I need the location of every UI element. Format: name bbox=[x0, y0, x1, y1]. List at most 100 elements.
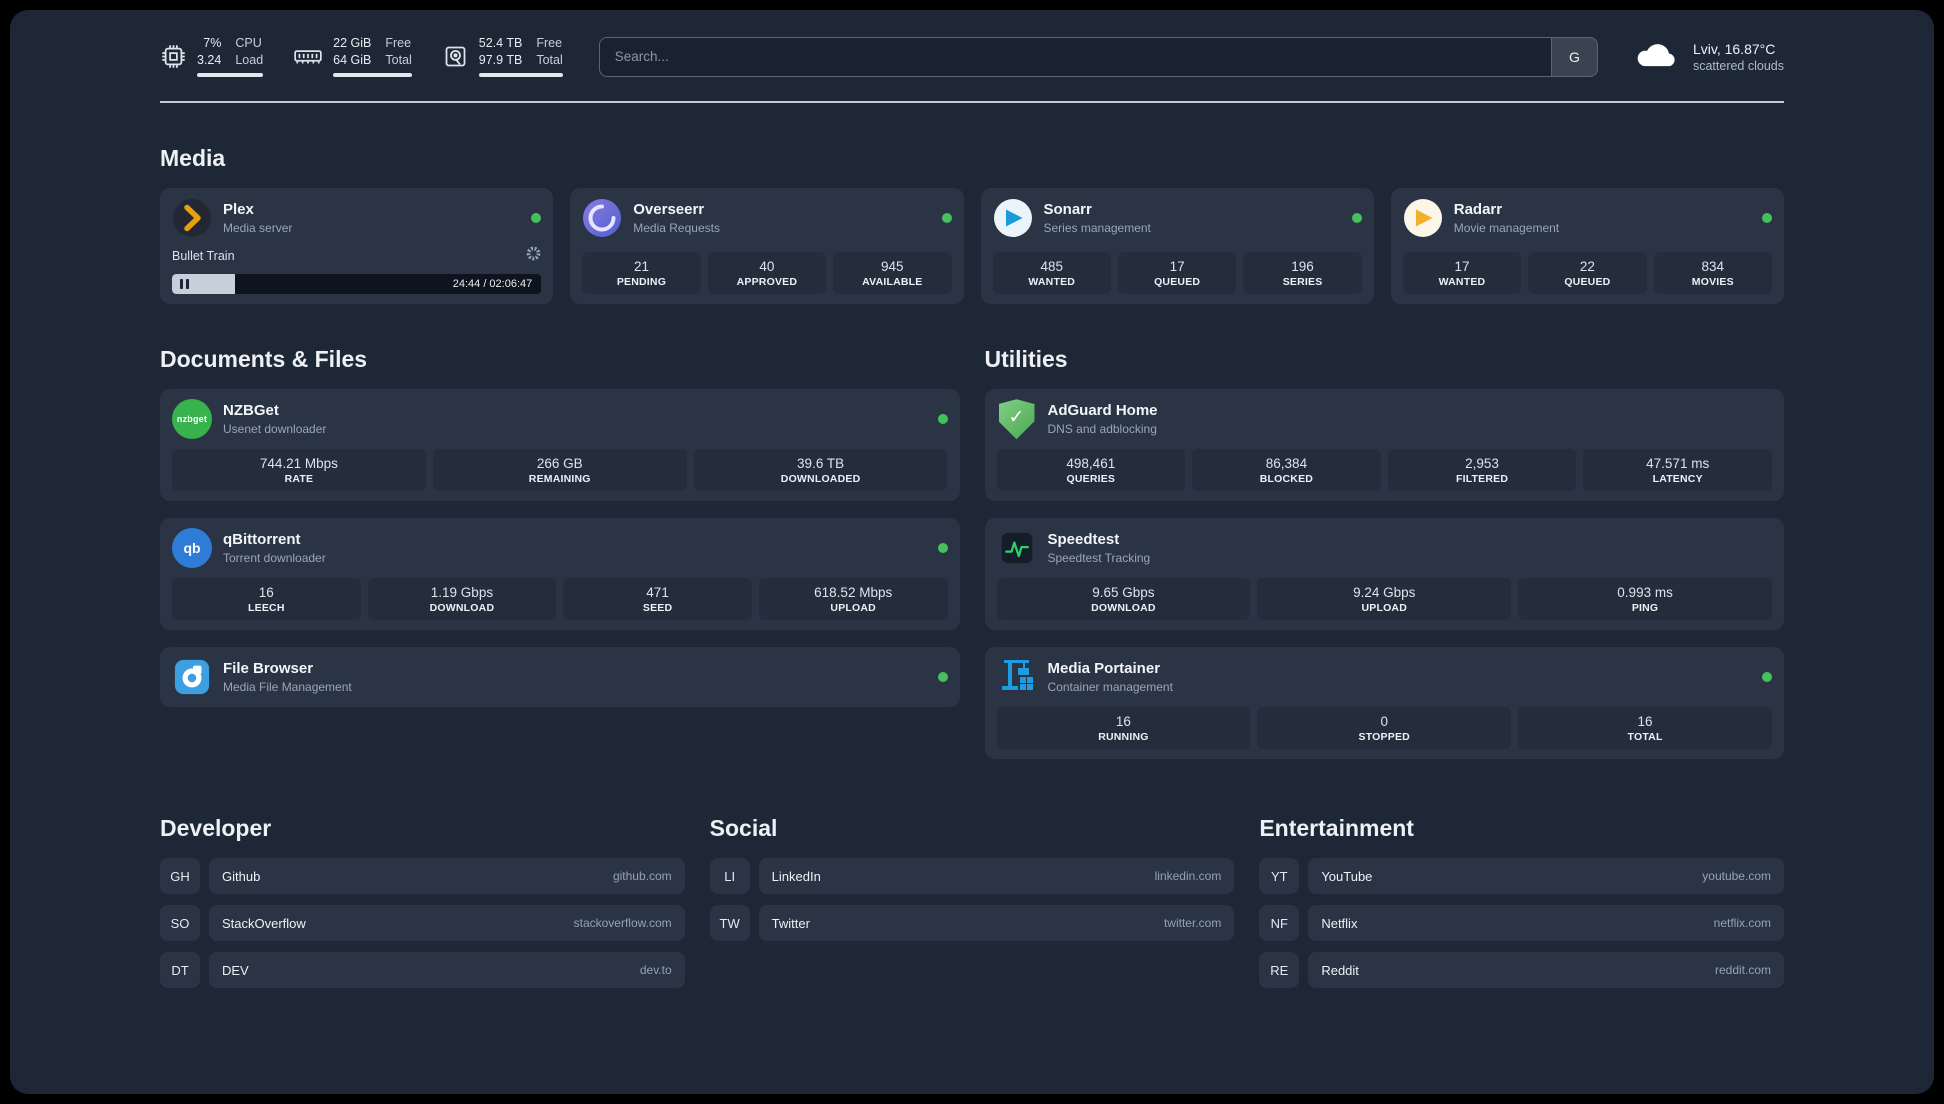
bookmark-url: youtube.com bbox=[1702, 869, 1771, 884]
dashboard-content: Media Plex Media server Bullet Train 24:… bbox=[10, 145, 1934, 1039]
section-title-developer: Developer bbox=[160, 815, 272, 842]
bookmark-twitter[interactable]: TW Twitter twitter.com bbox=[709, 905, 1235, 942]
pause-icon[interactable] bbox=[180, 279, 189, 290]
bookmark-name: Netflix bbox=[1321, 915, 1358, 931]
bookmark-body: Reddit reddit.com bbox=[1308, 952, 1784, 989]
service-link-plex[interactable]: Plex Media server bbox=[172, 198, 542, 238]
bookmark-abbr: LI bbox=[709, 858, 750, 895]
stat-label: REMAINING bbox=[528, 473, 591, 486]
stat-label: SEED bbox=[642, 602, 673, 615]
service-link-filebrowser[interactable]: File Browser Media File Management bbox=[172, 657, 948, 697]
stat-label: QUEUED bbox=[1154, 276, 1201, 289]
bookmark-name: Github bbox=[222, 868, 261, 884]
bookmark-abbr: YT bbox=[1259, 858, 1300, 895]
bookmark-linkedin[interactable]: LI LinkedIn linkedin.com bbox=[709, 858, 1235, 895]
bookmark-abbr: RE bbox=[1259, 952, 1300, 989]
bookmark-dev[interactable]: DT DEV dev.to bbox=[160, 952, 685, 989]
service-link-radarr[interactable]: Radarr Movie management bbox=[1403, 198, 1772, 238]
bookmark-url: github.com bbox=[612, 869, 672, 884]
service-link-overseerr[interactable]: Overseerr Media Requests bbox=[582, 198, 952, 238]
bookmark-reddit[interactable]: RE Reddit reddit.com bbox=[1259, 952, 1784, 989]
now-playing-title: Bullet Train bbox=[172, 249, 235, 264]
bookmark-netflix[interactable]: NF Netflix netflix.com bbox=[1259, 905, 1784, 942]
bookmark-url: twitter.com bbox=[1163, 916, 1222, 931]
stat-row: 16 LEECH 1.19 Gbps DOWNLOAD 471 SEED 618… bbox=[172, 568, 948, 621]
disk-label-2: Total bbox=[536, 52, 563, 67]
stat-tile: 618.52 Mbps UPLOAD bbox=[758, 578, 948, 621]
stat-label: RUNNING bbox=[1098, 731, 1149, 744]
search-provider-button[interactable]: G bbox=[1551, 36, 1598, 77]
bookmark-group-entertainment: Entertainment YT YouTube youtube.com NF … bbox=[1259, 773, 1784, 999]
cpu-percent: 7% bbox=[203, 36, 222, 50]
cpu-label-1: CPU bbox=[235, 36, 262, 50]
bookmarks-area: Developer GH Github github.com SO StackO… bbox=[160, 773, 1784, 999]
stat-value: 196 bbox=[1291, 259, 1314, 275]
disk-total-value: 97.9 TB bbox=[478, 52, 523, 67]
stat-label: DOWNLOADED bbox=[780, 473, 861, 486]
stat-value: 16 bbox=[1115, 714, 1131, 730]
service-card-sonarr: Sonarr Series management 485 WANTED 17 Q… bbox=[980, 188, 1374, 305]
service-name: Sonarr bbox=[1043, 201, 1092, 218]
qbittorrent-icon: qb bbox=[172, 528, 212, 569]
service-link-nzbget[interactable]: nzbget NZBGet Usenet downloader bbox=[172, 399, 948, 440]
stat-tile: 0.993 ms PING bbox=[1518, 578, 1772, 621]
gear-icon[interactable] bbox=[526, 246, 541, 266]
stat-label: PENDING bbox=[616, 276, 667, 289]
bookmark-group-social: Social LI LinkedIn linkedin.com TW Twitt… bbox=[709, 773, 1235, 952]
bookmark-github[interactable]: GH Github github.com bbox=[160, 858, 685, 895]
bookmark-abbr: NF bbox=[1259, 905, 1300, 942]
stat-row: 744.21 Mbps RATE 266 GB REMAINING 39.6 T… bbox=[172, 439, 948, 492]
stat-value: 17 bbox=[1169, 259, 1185, 275]
stat-tile: 16 RUNNING bbox=[996, 707, 1251, 750]
service-name: File Browser bbox=[223, 660, 314, 677]
memory-icon bbox=[293, 43, 323, 70]
search-input[interactable] bbox=[598, 36, 1552, 77]
plex-icon bbox=[172, 198, 212, 238]
stat-value: 9.24 Gbps bbox=[1353, 585, 1416, 601]
bookmark-youtube[interactable]: YT YouTube youtube.com bbox=[1259, 858, 1784, 895]
bookmark-body: Netflix netflix.com bbox=[1308, 905, 1784, 942]
media-card-grid: Plex Media server Bullet Train 24:44 / 0… bbox=[160, 188, 1784, 305]
utilities-column: Utilities ✓ AdGuard Home DNS and adblock… bbox=[984, 304, 1784, 760]
playback-time: 24:44 / 02:06:47 bbox=[452, 278, 533, 291]
stat-label: BLOCKED bbox=[1259, 473, 1314, 486]
disk-usage-bar bbox=[478, 73, 563, 78]
service-link-speedtest[interactable]: Speedtest Speedtest Tracking bbox=[997, 528, 1773, 568]
memory-total-value: 64 GiB bbox=[333, 52, 372, 67]
stat-value: 9.65 Gbps bbox=[1092, 585, 1155, 601]
bookmark-body: LinkedIn linkedin.com bbox=[758, 858, 1235, 895]
bookmark-name: Twitter bbox=[771, 915, 810, 931]
service-link-qbittorrent[interactable]: qb qBittorrent Torrent downloader bbox=[172, 528, 948, 569]
service-link-portainer[interactable]: Media Portainer Container management bbox=[997, 657, 1772, 697]
stat-value: 485 bbox=[1040, 259, 1063, 275]
status-dot bbox=[941, 213, 952, 224]
weather-location: Lviv, 16.87°C bbox=[1692, 40, 1776, 57]
bookmark-stackoverflow[interactable]: SO StackOverflow stackoverflow.com bbox=[160, 905, 685, 942]
service-subtitle: Torrent downloader bbox=[223, 550, 326, 565]
stat-value: 744.21 Mbps bbox=[259, 456, 338, 472]
stat-tile: 17 QUEUED bbox=[1117, 252, 1237, 295]
stat-label: TOTAL bbox=[1627, 731, 1663, 744]
stat-value: 16 bbox=[258, 585, 274, 601]
stat-value: 618.52 Mbps bbox=[814, 585, 893, 601]
stat-label: PING bbox=[1631, 602, 1659, 615]
status-dot bbox=[937, 543, 948, 554]
bookmark-name: YouTube bbox=[1321, 868, 1373, 884]
search-bar: G bbox=[598, 36, 1598, 77]
service-subtitle: DNS and adblocking bbox=[1047, 421, 1157, 436]
bookmark-url: stackoverflow.com bbox=[573, 916, 672, 931]
disk-free-value: 52.4 TB bbox=[478, 36, 523, 50]
service-link-adguard[interactable]: ✓ AdGuard Home DNS and adblocking bbox=[997, 399, 1773, 440]
stat-value: 834 bbox=[1701, 259, 1725, 275]
weather-widget[interactable]: Lviv, 16.87°C scattered clouds bbox=[1634, 39, 1784, 75]
status-dot bbox=[1762, 672, 1772, 683]
service-link-sonarr[interactable]: Sonarr Series management bbox=[993, 198, 1362, 238]
stat-value: 1.19 Gbps bbox=[430, 585, 494, 601]
service-subtitle: Movie management bbox=[1453, 220, 1560, 235]
stat-value: 17 bbox=[1454, 259, 1470, 275]
stat-value: 39.6 TB bbox=[797, 456, 845, 472]
stat-tile: 471 SEED bbox=[563, 578, 752, 621]
system-stats: 7% 3.24 CPU Load 22 GiB 64 GiB Free Tota… bbox=[160, 36, 563, 78]
bookmark-abbr: SO bbox=[160, 905, 200, 942]
stat-value: 16 bbox=[1637, 714, 1653, 730]
